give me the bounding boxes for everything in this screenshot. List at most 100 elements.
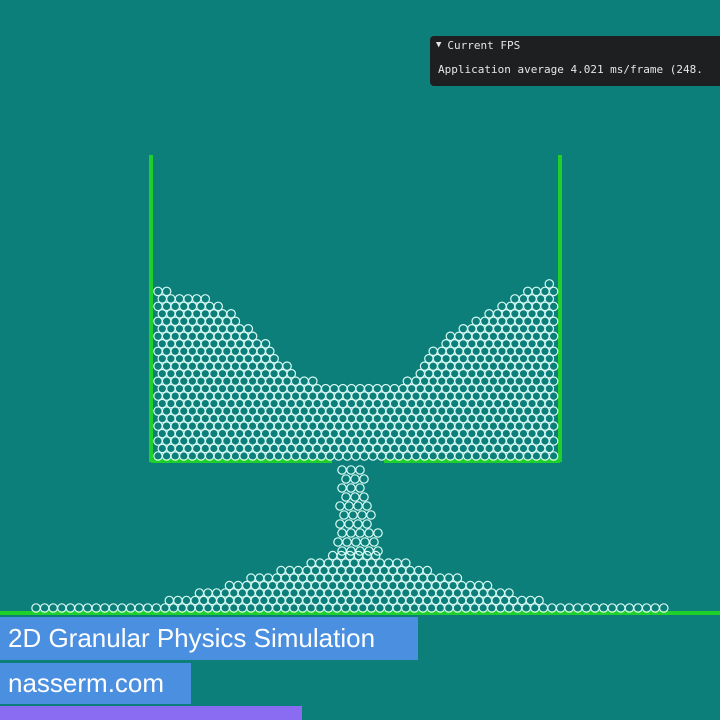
particle (443, 573, 454, 583)
title-caption: 2D Granular Physics Simulation (0, 617, 418, 660)
particle (344, 501, 354, 511)
particle (522, 286, 533, 297)
particle (369, 537, 379, 547)
particle (525, 595, 536, 606)
particle (484, 308, 494, 319)
particle (641, 603, 652, 613)
particle (48, 603, 58, 613)
particle (181, 595, 192, 606)
particle (590, 603, 600, 613)
particle (381, 383, 391, 394)
simulation-canvas (0, 155, 720, 615)
particle (497, 301, 507, 312)
particles (31, 279, 669, 613)
particle (161, 286, 172, 297)
fps-title: Current FPS (447, 38, 521, 52)
particle (555, 603, 566, 613)
particle (364, 528, 374, 538)
particle (624, 603, 635, 613)
particle (658, 603, 669, 613)
particle (534, 595, 544, 606)
particle (633, 603, 643, 613)
particle (471, 316, 481, 327)
particle (373, 528, 383, 538)
particle (341, 474, 351, 484)
particle (91, 603, 101, 613)
particle (389, 383, 400, 394)
particle (366, 510, 376, 520)
particle (353, 550, 364, 561)
particle (260, 338, 271, 349)
particle (213, 301, 223, 312)
particle (117, 603, 127, 613)
particle (320, 383, 331, 394)
particle (402, 376, 413, 386)
particle (615, 603, 626, 613)
particle (108, 603, 119, 613)
particle (363, 383, 374, 394)
particle (372, 383, 383, 394)
particle (282, 361, 292, 371)
particle (284, 565, 295, 576)
particle (362, 501, 372, 511)
particle (56, 603, 67, 613)
particle (174, 294, 185, 304)
particle (276, 565, 286, 576)
particle (191, 294, 202, 304)
particle (31, 603, 41, 613)
particle (355, 465, 365, 475)
particle (607, 603, 617, 613)
particle (504, 588, 514, 598)
particle (338, 383, 348, 394)
particle (346, 528, 356, 538)
particle (306, 558, 316, 568)
particle (482, 580, 493, 591)
particle (65, 603, 76, 613)
particle (359, 474, 369, 484)
particle (435, 573, 445, 583)
fps-header[interactable]: ▼ Current FPS (430, 36, 720, 54)
particle (263, 573, 273, 583)
particle (74, 603, 84, 613)
particle (125, 603, 136, 613)
particle (474, 580, 484, 591)
particle (359, 492, 369, 502)
particle (351, 537, 361, 547)
particle (327, 550, 338, 561)
particle (337, 528, 347, 538)
particle (564, 603, 574, 613)
particle (333, 537, 343, 547)
particle (342, 537, 352, 547)
particle (348, 510, 358, 520)
particle (495, 588, 506, 598)
particle (350, 474, 360, 484)
particle (341, 492, 351, 502)
particle (422, 565, 433, 576)
particle (350, 492, 360, 502)
video-progress-fill (0, 706, 303, 720)
particle (355, 383, 365, 394)
particle (143, 603, 153, 613)
particle (572, 603, 583, 613)
particle (243, 323, 254, 334)
particle (134, 603, 144, 613)
particle (355, 528, 365, 538)
particle (164, 595, 175, 606)
particle (329, 383, 340, 394)
particle (100, 603, 110, 613)
particle (581, 603, 592, 613)
particle (194, 588, 205, 598)
particle (413, 565, 424, 576)
particle (153, 286, 163, 297)
triangle-down-icon[interactable]: ▼ (436, 40, 441, 50)
particle (360, 537, 370, 547)
particle (353, 519, 363, 529)
site-caption: nasserm.com (0, 663, 191, 704)
particle (355, 483, 365, 493)
particle (337, 465, 347, 475)
particle (224, 580, 235, 591)
particle (650, 603, 660, 613)
particle (299, 376, 309, 386)
particle (203, 588, 213, 598)
particle (335, 519, 345, 529)
